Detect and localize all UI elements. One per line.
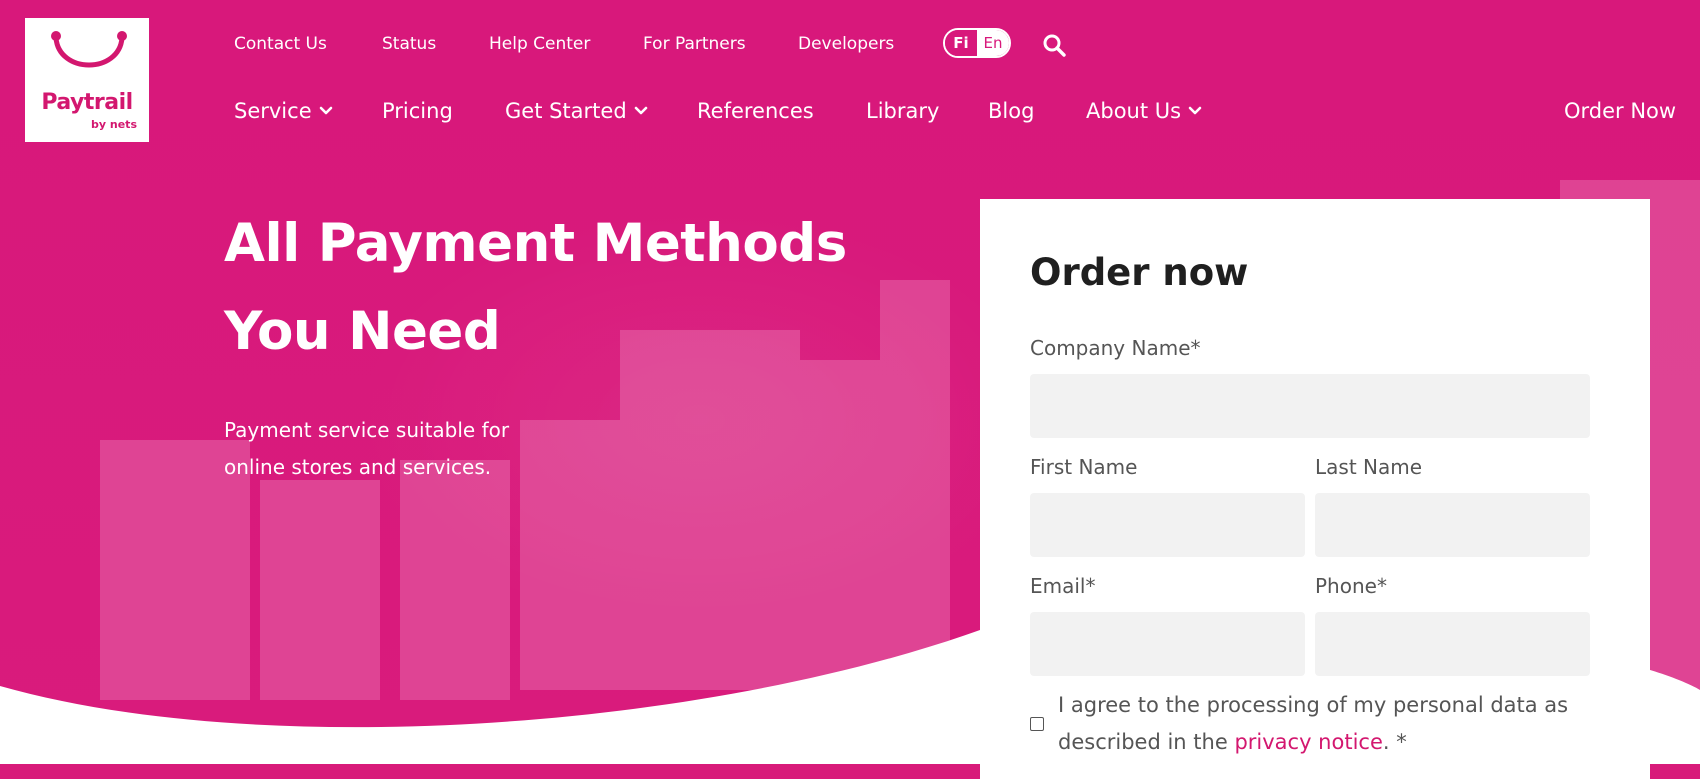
hero-title-line-1: All Payment Methods bbox=[224, 213, 847, 274]
hero-subtitle-line-2: online stores and services. bbox=[224, 455, 492, 479]
status-link[interactable]: Status bbox=[382, 30, 436, 58]
shopping-bag-smile-icon bbox=[51, 31, 127, 68]
nav-references[interactable]: References bbox=[697, 96, 814, 126]
order-now-link[interactable]: Order Now bbox=[1564, 96, 1676, 126]
nav-get-started[interactable]: Get Started bbox=[505, 96, 648, 126]
nav-blog-label: Blog bbox=[988, 99, 1035, 123]
nav-service-label: Service bbox=[234, 99, 312, 123]
nav-about-us-label: About Us bbox=[1086, 99, 1182, 123]
hero-subtitle-line-1: Payment service suitable for bbox=[224, 418, 510, 442]
hero-title-line-2: You Need bbox=[224, 301, 501, 362]
for-partners-link[interactable]: For Partners bbox=[643, 30, 746, 58]
developers-link[interactable]: Developers bbox=[798, 30, 894, 58]
hero-title: All Payment Methods You Need bbox=[224, 200, 904, 376]
nav-pricing[interactable]: Pricing bbox=[382, 96, 453, 126]
nav-blog[interactable]: Blog bbox=[988, 96, 1034, 126]
nav-library-label: Library bbox=[866, 99, 940, 123]
search-icon[interactable] bbox=[1042, 33, 1066, 57]
paytrail-logo[interactable]: Paytrail by nets bbox=[25, 18, 149, 142]
email-input[interactable] bbox=[1030, 612, 1305, 676]
company-name-input[interactable] bbox=[1030, 374, 1590, 438]
privacy-notice-link[interactable]: privacy notice bbox=[1234, 730, 1382, 754]
lang-en-option[interactable]: En bbox=[977, 30, 1009, 56]
help-center-link[interactable]: Help Center bbox=[489, 30, 590, 58]
consent-checkbox[interactable] bbox=[1030, 717, 1044, 731]
lang-fi-option[interactable]: Fi bbox=[945, 30, 977, 56]
nav-references-label: References bbox=[697, 99, 814, 123]
chevron-down-icon bbox=[319, 106, 332, 115]
consent-required-mark: . * bbox=[1382, 730, 1407, 754]
email-label: Email* bbox=[1030, 574, 1096, 598]
first-name-input[interactable] bbox=[1030, 493, 1305, 557]
nav-about-us[interactable]: About Us bbox=[1086, 96, 1202, 126]
phone-label: Phone* bbox=[1315, 574, 1387, 598]
language-toggle[interactable]: Fi En bbox=[943, 28, 1011, 58]
hero-subtitle: Payment service suitable for online stor… bbox=[224, 412, 584, 486]
chevron-down-icon bbox=[1188, 106, 1202, 115]
nav-get-started-label: Get Started bbox=[505, 99, 627, 123]
contact-us-link[interactable]: Contact Us bbox=[234, 30, 327, 58]
company-name-label: Company Name* bbox=[1030, 336, 1201, 360]
first-name-label: First Name bbox=[1030, 455, 1138, 479]
phone-input[interactable] bbox=[1315, 612, 1590, 676]
logo-wordmark: Paytrail bbox=[41, 90, 133, 115]
order-form-card: Order now Company Name* First Name Last … bbox=[980, 199, 1650, 779]
order-form-title: Order now bbox=[1030, 251, 1249, 294]
nav-pricing-label: Pricing bbox=[382, 99, 453, 123]
last-name-input[interactable] bbox=[1315, 493, 1590, 557]
consent-text: I agree to the processing of my personal… bbox=[1058, 687, 1598, 761]
last-name-label: Last Name bbox=[1315, 455, 1423, 479]
nav-library[interactable]: Library bbox=[866, 96, 939, 126]
nav-service[interactable]: Service bbox=[234, 96, 333, 126]
logo-subtitle: by nets bbox=[91, 118, 137, 131]
chevron-down-icon bbox=[634, 106, 647, 115]
